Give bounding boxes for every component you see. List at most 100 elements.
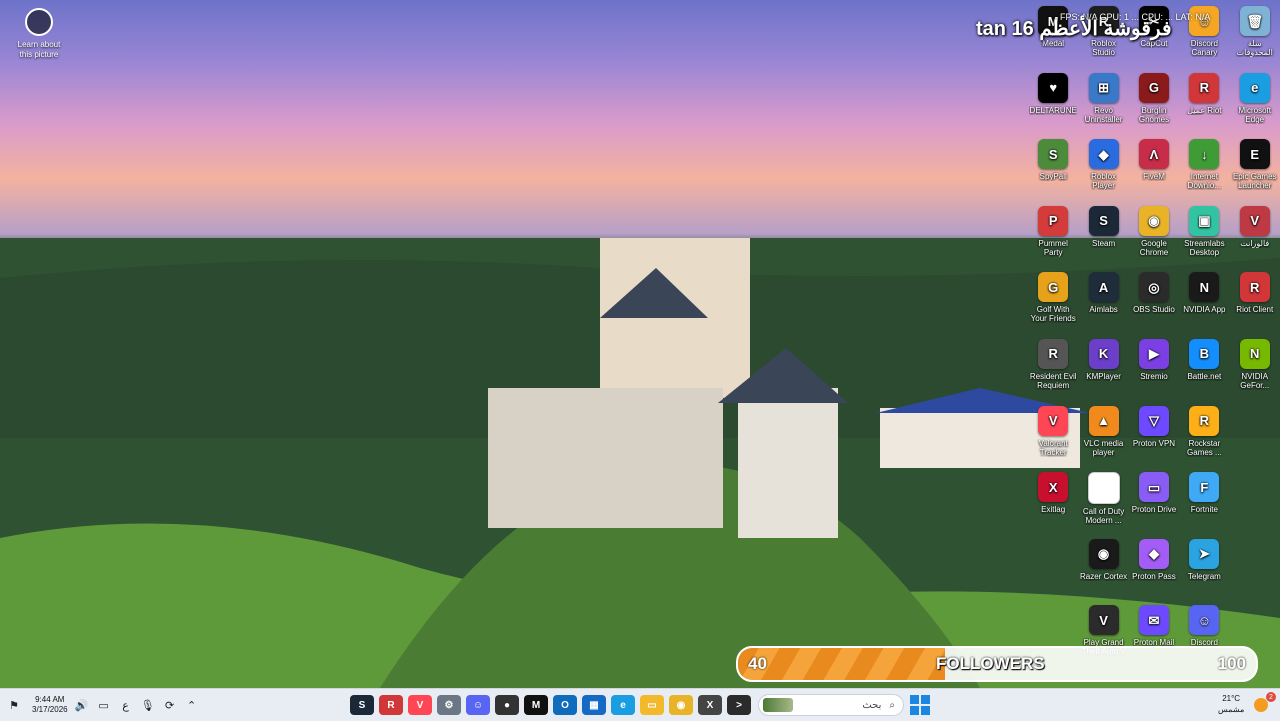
- desktop-icon[interactable]: ⊞ Revo Uninstaller: [1078, 71, 1128, 138]
- desktop-icon[interactable]: P Pummel Party: [1028, 204, 1078, 271]
- desktop-icon[interactable]: Call of Duty Modern ...: [1078, 470, 1128, 537]
- desktop-icon[interactable]: ◎ OBS Studio: [1129, 270, 1179, 337]
- desktop-icon[interactable]: R Rockstar Games ...: [1179, 404, 1229, 471]
- desktop-icon[interactable]: S SpyPall: [1028, 137, 1078, 204]
- app-tile-icon: ◉: [1138, 205, 1169, 236]
- desktop-icon[interactable]: K KMPlayer: [1078, 337, 1128, 404]
- app-tile-icon: 🗑: [1239, 6, 1270, 36]
- app-tile-icon: ◎: [1138, 272, 1169, 303]
- app-tile-icon: S: [1038, 139, 1069, 170]
- desktop-icon[interactable]: ▣ Streamlabs Desktop: [1179, 204, 1229, 271]
- taskbar-pinned-apps: S R V ⚙ ☺ ● M O ▦ e ▭ ◉ X >: [350, 695, 751, 715]
- app-tile-icon: ↓: [1189, 139, 1220, 170]
- desktop-icon[interactable]: R Resident Evil Requiem: [1028, 337, 1078, 404]
- terminal-taskbar-icon[interactable]: >: [727, 695, 751, 715]
- desktop-icon[interactable]: ◉ Google Chrome: [1129, 204, 1179, 271]
- followers-goal: 100: [1217, 654, 1246, 673]
- desktop-icon[interactable]: 🗑 سلة المحذوفات: [1230, 4, 1280, 71]
- valorant-tracker-taskbar-icon[interactable]: V: [408, 695, 432, 715]
- desktop-icon-label: DELTARUNE: [1029, 105, 1077, 115]
- desktop-icon[interactable]: G Golf With Your Friends: [1028, 270, 1078, 337]
- desktop-icon[interactable]: R Riot Client: [1230, 270, 1280, 337]
- app-tile-icon: ▽: [1138, 405, 1169, 436]
- app-tile-icon: B: [1189, 338, 1220, 369]
- desktop-icon-label: Razer Cortex: [1080, 571, 1128, 581]
- app-tile-icon: ▲: [1088, 405, 1119, 436]
- app-tile-icon: R: [1038, 338, 1069, 369]
- desktop-icon[interactable]: ➤ Telegram: [1179, 537, 1229, 604]
- language-indicator[interactable]: ع: [118, 697, 134, 713]
- notification-badge[interactable]: 2: [1266, 692, 1276, 702]
- steam-taskbar-icon[interactable]: S: [350, 695, 374, 715]
- desktop-icon[interactable]: ◆ Roblox Player: [1078, 137, 1128, 204]
- desktop-icon-label: Burglin Gnomes Demo: [1138, 105, 1170, 124]
- desktop-icon[interactable]: B Battle.net: [1179, 337, 1229, 404]
- desktop-icon-label: KMPlayer: [1086, 371, 1121, 381]
- network-icon[interactable]: ▭: [96, 697, 112, 713]
- desktop-icon[interactable]: N NVIDIA GeFor...: [1230, 337, 1280, 404]
- desktop-icon[interactable]: ▽ Proton VPN: [1129, 404, 1179, 471]
- desktop-icon[interactable]: F Fortnite: [1179, 470, 1229, 537]
- app-tile-icon: S: [1088, 205, 1119, 236]
- desktop-icon-label: NVIDIA App: [1183, 305, 1226, 315]
- desktop-icon[interactable]: ▭ Proton Drive: [1129, 470, 1179, 537]
- desktop-icon-label: Aimlabs: [1089, 305, 1118, 315]
- desktop-icon[interactable]: ◆ Proton Pass: [1129, 537, 1179, 604]
- outlook-taskbar-icon[interactable]: O: [553, 695, 577, 715]
- volume-icon[interactable]: 🔊: [74, 697, 90, 713]
- app-tile-icon: R: [1189, 72, 1220, 103]
- store-taskbar-icon[interactable]: ▦: [582, 695, 606, 715]
- desktop-icon-label: Proton VPN: [1132, 438, 1176, 448]
- desktop-icon[interactable]: ▶ Stremio: [1129, 337, 1179, 404]
- desktop-icon-label: Google Chrome: [1139, 238, 1169, 257]
- app-tile-icon: P: [1038, 205, 1069, 236]
- app-tile-icon: [1087, 472, 1120, 505]
- desktop-icon[interactable]: ♥ DELTARUNE: [1028, 71, 1078, 138]
- app-tile-icon: N: [1189, 272, 1220, 303]
- desktop-icon[interactable]: E Epic Games Launcher: [1230, 137, 1280, 204]
- desktop-icon[interactable]: e Microsoft Edge: [1230, 71, 1280, 138]
- edge-taskbar-icon[interactable]: e: [611, 695, 635, 715]
- weather-widget[interactable]: 21°C مشمس: [1218, 693, 1268, 715]
- discord-taskbar-icon[interactable]: ☺: [466, 695, 490, 715]
- desktop-icon[interactable]: ↓ Internet Downlo...: [1179, 137, 1229, 204]
- search-icon: ⌕: [889, 699, 895, 711]
- desktop-icon-label: VLC media player: [1083, 438, 1124, 457]
- settings-taskbar-icon[interactable]: ⚙: [437, 695, 461, 715]
- taskbar-clock[interactable]: 9:44 AM 3/17/2026: [32, 695, 68, 715]
- desktop-icon-label: Valorant Tracker: [1038, 438, 1068, 457]
- app-tile-icon: F: [1189, 472, 1220, 503]
- desktop-icon[interactable]: A Aimlabs: [1078, 270, 1128, 337]
- explorer-taskbar-icon[interactable]: ▭: [640, 695, 664, 715]
- search-highlight-thumbnail: [763, 698, 793, 712]
- widget-icon[interactable]: ⚑: [6, 697, 22, 713]
- app-tile-icon: K: [1088, 338, 1119, 369]
- desktop-icon-label: NVIDIA GeFor...: [1240, 371, 1270, 390]
- desktop-icon[interactable]: V فالورانت: [1230, 204, 1280, 271]
- followers-goal-bar: 40 FOLLOWERS 100: [736, 646, 1258, 682]
- desktop-icon[interactable]: ◉ Razer Cortex: [1078, 537, 1128, 604]
- desktop-icon[interactable]: N NVIDIA App: [1179, 270, 1229, 337]
- followers-progress-fill: [738, 648, 946, 680]
- desktop-icon[interactable]: R عميل Riot: [1179, 71, 1229, 138]
- app-tile-icon: R: [1189, 405, 1220, 436]
- xbox-taskbar-icon[interactable]: X: [698, 695, 722, 715]
- chevron-up-icon[interactable]: ⌃: [184, 697, 200, 713]
- desktop-icon[interactable]: S Steam: [1078, 204, 1128, 271]
- desktop-icon[interactable]: Λ FiveM: [1129, 137, 1179, 204]
- microphone-icon[interactable]: 🎙: [140, 697, 156, 713]
- desktop-icon[interactable]: G Burglin Gnomes Demo: [1129, 71, 1179, 138]
- desktop-icon-label: Riot Client: [1236, 305, 1274, 315]
- start-button[interactable]: [910, 695, 930, 715]
- desktop-icon[interactable]: ▲ VLC media player: [1078, 404, 1128, 471]
- learn-about-picture[interactable]: Learn about this picture: [14, 8, 64, 60]
- chrome-taskbar-icon[interactable]: ◉: [669, 695, 693, 715]
- sync-icon[interactable]: ⟳: [162, 697, 178, 713]
- desktop-icon[interactable]: V Valorant Tracker: [1028, 404, 1078, 471]
- medal-taskbar-icon[interactable]: M: [524, 695, 548, 715]
- taskbar-search[interactable]: بحث ⌕: [758, 694, 904, 716]
- app-tile-icon: ▣: [1189, 205, 1220, 236]
- riot-taskbar-icon[interactable]: R: [379, 695, 403, 715]
- davinci-taskbar-icon[interactable]: ●: [495, 695, 519, 715]
- desktop-icon[interactable]: X Exitlag: [1028, 470, 1078, 537]
